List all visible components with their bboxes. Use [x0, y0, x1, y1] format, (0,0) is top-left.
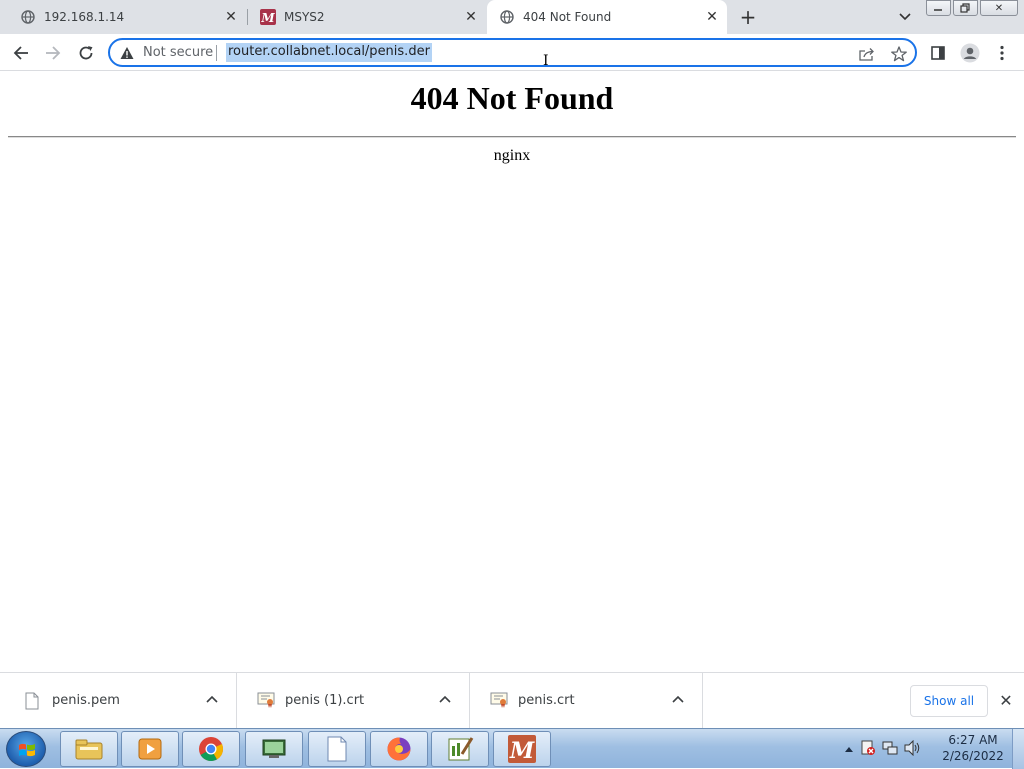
svg-text:M: M — [260, 11, 275, 25]
globe-icon — [20, 9, 36, 25]
show-all-button[interactable]: Show all — [910, 685, 988, 717]
download-shelf: penis.pem penis (1).crt penis.crt Show a… — [0, 672, 1024, 729]
notepad-taskbar-icon[interactable] — [308, 731, 366, 767]
page-content: 404 Not Found nginx — [0, 72, 1024, 672]
security-label[interactable]: Not secure — [143, 45, 213, 60]
tab-192-168-1-14[interactable]: 192.168.1.14 ✕ — [8, 0, 246, 34]
window-controls: ✕ — [926, 0, 1020, 18]
clock[interactable]: 6:27 AM 2/26/2022 — [938, 732, 1008, 764]
clock-date: 2/26/2022 — [942, 749, 1004, 763]
show-hidden-icons-icon[interactable] — [844, 742, 854, 756]
chrome-taskbar-icon[interactable] — [182, 731, 240, 767]
download-name: penis.pem — [52, 693, 120, 708]
start-button[interactable] — [6, 731, 46, 767]
reload-button[interactable] — [73, 40, 99, 66]
svg-text:M: M — [509, 738, 535, 763]
tab-msys2[interactable]: M MSYS2 ✕ — [248, 0, 486, 34]
browser-toolbar: Not secure router.collabnet.local/penis.… — [0, 34, 1024, 71]
minimize-button[interactable] — [926, 0, 951, 16]
volume-icon[interactable] — [904, 739, 922, 759]
close-window-button[interactable]: ✕ — [979, 0, 1019, 16]
close-tab-icon[interactable]: ✕ — [703, 8, 721, 26]
firefox-taskbar-icon[interactable] — [370, 731, 428, 767]
bookmark-star-icon[interactable] — [888, 43, 910, 65]
file-icon — [24, 692, 40, 710]
editor-taskbar-icon[interactable] — [431, 731, 489, 767]
network-icon[interactable] — [882, 740, 898, 759]
certificate-icon — [490, 692, 508, 710]
address-bar[interactable]: Not secure router.collabnet.local/penis.… — [108, 38, 917, 67]
url-text[interactable]: router.collabnet.local/penis.der — [226, 43, 432, 62]
tab-strip: 192.168.1.14 ✕ M MSYS2 ✕ 404 Not Found ✕… — [0, 0, 1024, 34]
tab-search-chevron-icon[interactable] — [896, 8, 914, 26]
new-tab-button[interactable]: + — [736, 5, 760, 29]
download-name: penis (1).crt — [285, 693, 365, 708]
msys2-taskbar-icon[interactable]: M — [493, 731, 551, 767]
menu-kebab-icon[interactable] — [989, 40, 1015, 66]
windows-logo-icon — [19, 743, 35, 757]
globe-icon — [499, 9, 515, 25]
omnibox-separator — [216, 45, 217, 61]
side-panel-button[interactable] — [925, 40, 951, 66]
tab-title: 192.168.1.14 — [44, 10, 125, 24]
page-title: 404 Not Found — [410, 80, 614, 116]
download-item[interactable]: penis (1).crt — [237, 673, 470, 729]
download-item[interactable]: penis.crt — [470, 673, 703, 729]
system-tray — [844, 733, 936, 765]
restore-button[interactable] — [952, 0, 978, 16]
certificate-icon — [257, 692, 275, 710]
media-player-taskbar-icon[interactable] — [121, 731, 179, 767]
windows-taskbar: M 6:27 AM 2/26/2022 — [0, 728, 1024, 769]
close-shelf-icon[interactable]: ✕ — [996, 689, 1016, 711]
close-tab-icon[interactable]: ✕ — [462, 8, 480, 26]
chevron-up-icon[interactable] — [668, 689, 688, 709]
forward-button[interactable] — [40, 40, 66, 66]
divider — [8, 136, 1016, 138]
tab-404-not-found[interactable]: 404 Not Found ✕ — [487, 0, 727, 34]
tab-title: 404 Not Found — [523, 10, 612, 24]
action-center-icon[interactable] — [860, 740, 876, 759]
download-name: penis.crt — [518, 693, 575, 708]
show-desktop-button[interactable] — [1012, 729, 1024, 769]
msys2-icon: M — [260, 9, 276, 25]
chevron-up-icon[interactable] — [435, 689, 455, 709]
download-item[interactable]: penis.pem — [4, 673, 237, 729]
clock-time: 6:27 AM — [948, 733, 998, 747]
text-cursor-icon: I — [543, 53, 549, 69]
explorer-taskbar-icon[interactable] — [60, 731, 118, 767]
close-tab-icon[interactable]: ✕ — [222, 8, 240, 26]
network-taskbar-icon[interactable] — [245, 731, 303, 767]
tab-title: MSYS2 — [284, 10, 325, 24]
back-button[interactable] — [8, 40, 34, 66]
chevron-up-icon[interactable] — [202, 689, 222, 709]
warning-icon[interactable] — [120, 45, 134, 59]
server-signature: nginx — [493, 147, 531, 164]
profile-avatar[interactable] — [957, 40, 983, 66]
share-icon[interactable] — [856, 43, 878, 65]
